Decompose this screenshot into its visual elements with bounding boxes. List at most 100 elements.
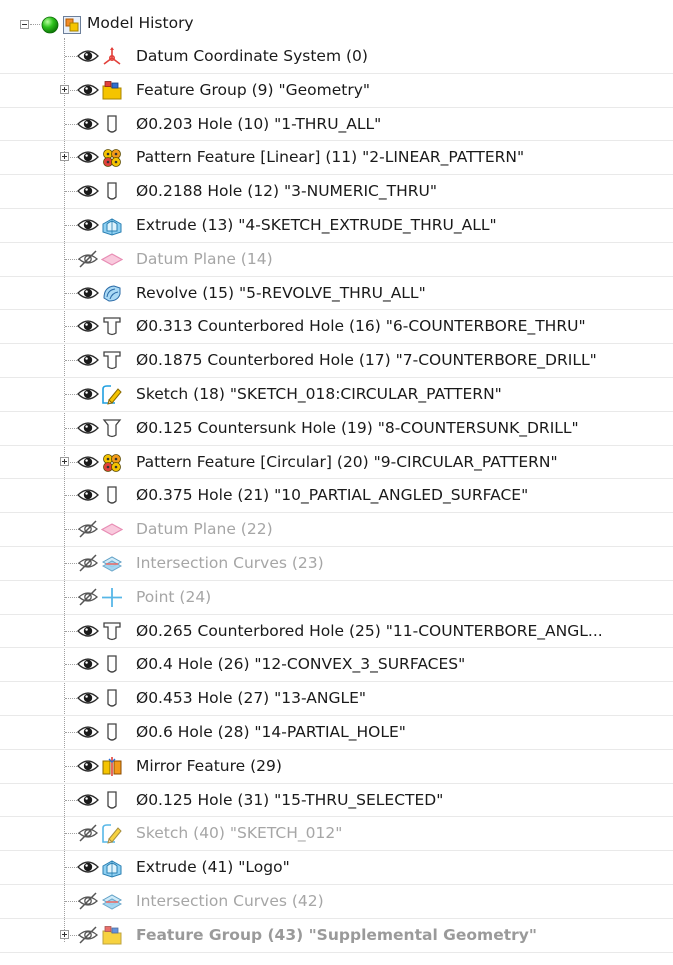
sketch-icon: [101, 823, 123, 845]
visibility-eye-icon[interactable]: [77, 418, 99, 438]
visibility-eye-icon[interactable]: [77, 350, 99, 370]
visibility-eye-icon[interactable]: [77, 316, 99, 336]
tree-node[interactable]: Revolve (15) "5-REVOLVE_THRU_ALL": [0, 277, 673, 311]
tree-node[interactable]: Ø0.203 Hole (10) "1-THRU_ALL": [0, 108, 673, 142]
counterbore-hole-icon: [101, 350, 123, 371]
tree-node[interactable]: Feature Group (9) "Geometry": [0, 74, 673, 108]
visibility-eye-icon[interactable]: [77, 452, 99, 472]
visibility-eye-icon[interactable]: [77, 46, 99, 66]
point-icon: [101, 587, 123, 608]
feature-group-icon: [101, 80, 123, 101]
tree-node[interactable]: Datum Plane (22): [0, 513, 673, 547]
expand-toggle[interactable]: [60, 929, 69, 939]
tree-node[interactable]: Ø0.453 Hole (27) "13-ANGLE": [0, 682, 673, 716]
tree-node[interactable]: Extrude (13) "4-SKETCH_EXTRUDE_THRU_ALL": [0, 209, 673, 243]
visibility-eye-icon[interactable]: [77, 857, 99, 877]
visibility-eye-icon[interactable]: [77, 114, 99, 134]
visibility-eye-icon[interactable]: [77, 283, 99, 303]
tree-node[interactable]: Feature Group (43) "Supplemental Geometr…: [0, 919, 673, 953]
tree-node[interactable]: Pattern Feature [Circular] (20) "9-CIRCU…: [0, 446, 673, 480]
tree-node-label: Intersection Curves (23): [136, 554, 324, 572]
tree-node-label: Pattern Feature [Circular] (20) "9-CIRCU…: [136, 452, 558, 471]
tree-node-label: Extrude (41) "Logo": [136, 858, 290, 877]
tree-node[interactable]: Intersection Curves (42): [0, 885, 673, 919]
tree-node-label: Ø0.375 Hole (21) "10_PARTIAL_ANGLED_SURF…: [136, 486, 529, 505]
datum-csys-icon: [101, 46, 123, 67]
tree-node-label: Ø0.1875 Counterbored Hole (17) "7-COUNTE…: [136, 351, 597, 370]
counterbore-hole-icon: [101, 621, 123, 642]
tree-node-label: Ø0.6 Hole (28) "14-PARTIAL_HOLE": [136, 723, 406, 741]
tree-root-model-history[interactable]: Model History: [0, 8, 673, 40]
tree-node[interactable]: Pattern Feature [Linear] (11) "2-LINEAR_…: [0, 141, 673, 176]
hidden-eye-icon[interactable]: [77, 891, 99, 911]
revolve-icon: [101, 283, 123, 304]
tree-node-label: Datum Plane (14): [136, 249, 273, 268]
tree-node[interactable]: Datum Coordinate System (0): [0, 40, 673, 74]
hole-icon: [101, 654, 123, 675]
extrude-icon: [101, 857, 123, 878]
visibility-eye-icon[interactable]: [77, 621, 99, 641]
hidden-eye-icon[interactable]: [77, 823, 99, 843]
model-navigator-tree: Model History Datum Coordinate System (0…: [0, 0, 673, 965]
expand-toggle[interactable]: [60, 84, 69, 94]
visibility-eye-icon[interactable]: [77, 756, 99, 776]
visibility-eye-icon[interactable]: [77, 485, 99, 505]
tree-node-label: Extrude (13) "4-SKETCH_EXTRUDE_THRU_ALL": [136, 216, 497, 234]
tree-node[interactable]: Ø0.125 Countersunk Hole (19) "8-COUNTERS…: [0, 412, 673, 446]
feature-group-icon: [101, 925, 123, 946]
intersection-curves-icon: [101, 553, 123, 574]
tree-node[interactable]: Datum Plane (14): [0, 243, 673, 277]
visibility-eye-icon[interactable]: [77, 384, 99, 404]
tree-node-label: Datum Plane (22): [136, 520, 273, 539]
tree-node[interactable]: Mirror Feature (29): [0, 750, 673, 784]
hole-icon: [101, 790, 123, 811]
hidden-eye-icon[interactable]: [77, 925, 99, 945]
hole-icon: [101, 485, 123, 506]
tree-node[interactable]: Ø0.2188 Hole (12) "3-NUMERIC_THRU": [0, 175, 673, 209]
visibility-eye-icon[interactable]: [77, 688, 99, 708]
tree-node[interactable]: Ø0.375 Hole (21) "10_PARTIAL_ANGLED_SURF…: [0, 479, 673, 514]
expand-toggle[interactable]: [60, 152, 69, 162]
tree-node-label: Feature Group (43) "Supplemental Geometr…: [136, 925, 537, 944]
datum-plane-icon: [100, 249, 124, 270]
status-ok-icon: [41, 16, 59, 38]
tree-node-label: Ø0.313 Counterbored Hole (16) "6-COUNTER…: [136, 317, 586, 336]
tree-node-label: Ø0.125 Countersunk Hole (19) "8-COUNTERS…: [136, 418, 579, 437]
visibility-eye-icon[interactable]: [77, 215, 99, 235]
visibility-eye-icon[interactable]: [77, 654, 99, 674]
tree-node[interactable]: Ø0.313 Counterbored Hole (16) "6-COUNTER…: [0, 310, 673, 345]
hidden-eye-icon[interactable]: [77, 519, 99, 539]
tree-node-label: Ø0.453 Hole (27) "13-ANGLE": [136, 689, 367, 708]
tree-node[interactable]: Extrude (41) "Logo": [0, 851, 673, 885]
model-history-icon: [62, 15, 82, 39]
visibility-eye-icon[interactable]: [77, 790, 99, 810]
expand-toggle[interactable]: [60, 456, 69, 466]
tree-node[interactable]: Ø0.125 Hole (31) "15-THRU_SELECTED": [0, 784, 673, 818]
hole-icon: [101, 181, 123, 202]
pattern-icon: [101, 147, 123, 168]
visibility-eye-icon[interactable]: [77, 147, 99, 167]
tree-node-label: Mirror Feature (29): [136, 756, 282, 775]
tree-node-label: Revolve (15) "5-REVOLVE_THRU_ALL": [136, 283, 426, 302]
hidden-eye-icon[interactable]: [77, 587, 99, 607]
tree-node[interactable]: Ø0.1875 Counterbored Hole (17) "7-COUNTE…: [0, 344, 673, 378]
hidden-eye-icon[interactable]: [77, 553, 99, 573]
tree-node[interactable]: Ø0.265 Counterbored Hole (25) "11-COUNTE…: [0, 615, 673, 649]
countersunk-hole-icon: [101, 418, 123, 439]
visibility-eye-icon[interactable]: [77, 722, 99, 742]
tree-node[interactable]: Point (24): [0, 581, 673, 615]
tree-node-label: Sketch (40) "SKETCH_012": [136, 824, 343, 843]
tree-node[interactable]: Ø0.4 Hole (26) "12-CONVEX_3_SURFACES": [0, 648, 673, 683]
tree-node[interactable]: Intersection Curves (23): [0, 547, 673, 581]
visibility-eye-icon[interactable]: [77, 181, 99, 201]
hidden-eye-icon[interactable]: [77, 249, 99, 269]
tree-node[interactable]: Sketch (40) "SKETCH_012": [0, 817, 673, 852]
tree-node[interactable]: Ø0.6 Hole (28) "14-PARTIAL_HOLE": [0, 716, 673, 750]
tree-node-label: Sketch (18) "SKETCH_018:CIRCULAR_PATTERN…: [136, 385, 502, 403]
visibility-eye-icon[interactable]: [77, 80, 99, 100]
tree-node[interactable]: Sketch (18) "SKETCH_018:CIRCULAR_PATTERN…: [0, 378, 673, 412]
hole-icon: [101, 688, 123, 709]
collapse-toggle[interactable]: [20, 20, 29, 29]
intersection-curves-icon: [101, 891, 123, 912]
tree-node-label: Point (24): [136, 587, 212, 606]
